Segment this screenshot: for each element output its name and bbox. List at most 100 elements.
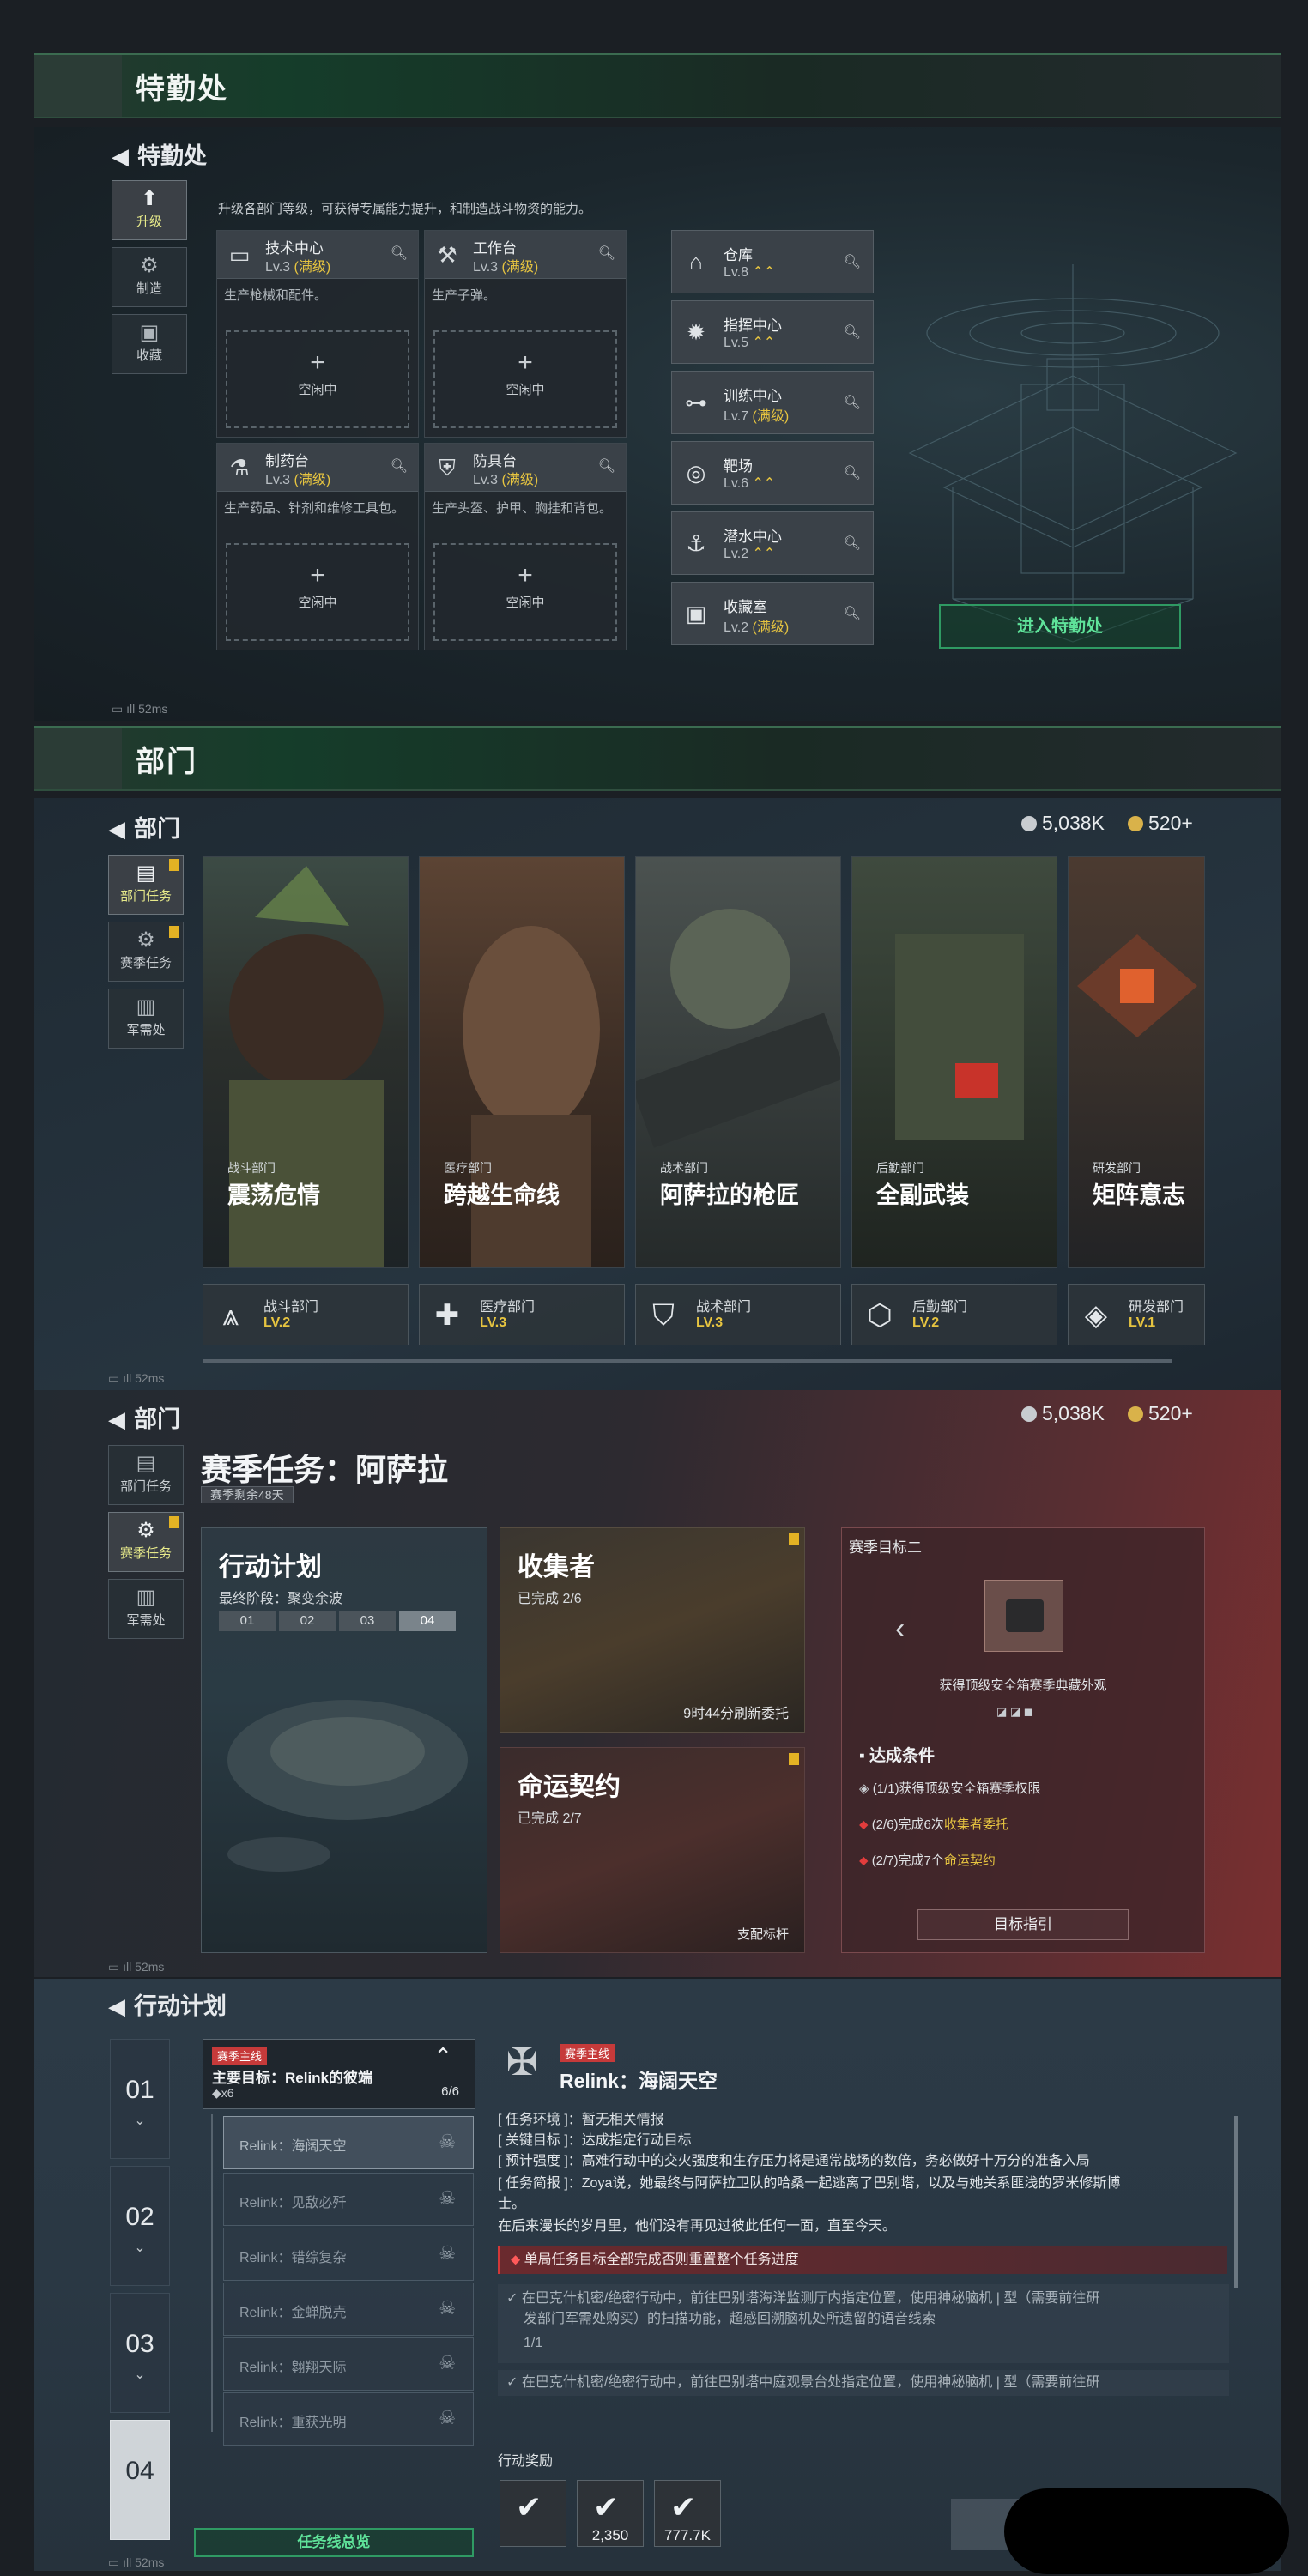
- tab-collection[interactable]: ▣ 收藏: [112, 314, 187, 374]
- back-button[interactable]: ◀ 行动计划: [108, 1987, 227, 2021]
- island-illustration: [227, 1700, 468, 1872]
- check-icon: ✓: [506, 2291, 518, 2306]
- reward-item[interactable]: [984, 1580, 1063, 1652]
- search-icon[interactable]: 🔍︎: [844, 605, 861, 622]
- card-armor-bench[interactable]: ⛨ 防具台 Lv.3 (满级) 🔍︎ 生产头盔、护甲、胸挂和背包。 + 空闲中: [424, 443, 627, 650]
- check-icon: ✓: [506, 2375, 518, 2390]
- back-label: 特勤处: [137, 143, 207, 169]
- dept-footer-combat[interactable]: ⩓ 战斗部门 LV.2: [203, 1284, 409, 1345]
- craft-slot[interactable]: + 空闲中: [226, 543, 409, 641]
- stage-step: 01: [219, 1611, 276, 1631]
- facility-command-center[interactable]: ✹ 指挥中心 Lv.5 ⌃⌃ 🔍︎: [671, 300, 874, 364]
- sub-task[interactable]: Relink：见敌必歼 ☠: [223, 2173, 474, 2226]
- search-icon[interactable]: 🔍︎: [844, 253, 861, 270]
- main-goal-header[interactable]: 赛季主线 主要目标：Relink的彼端 ◆x6 ⌃ 6/6: [203, 2039, 475, 2109]
- tab-supply[interactable]: ▥ 军需处: [108, 989, 184, 1049]
- stage-tab-01[interactable]: 01 ⌄: [110, 2039, 170, 2159]
- task-overview-button[interactable]: 任务线总览: [194, 2528, 474, 2557]
- craft-slot[interactable]: + 空闲中: [433, 330, 617, 428]
- search-icon[interactable]: 🔍︎: [598, 457, 615, 475]
- collection-room-icon: ▣: [685, 601, 707, 626]
- stage-tab-02[interactable]: 02 ⌄: [110, 2166, 170, 2286]
- card-workbench[interactable]: ⚒ 工作台 Lv.3 (满级) 🔍︎ 生产子弹。 + 空闲中: [424, 230, 627, 438]
- tab-craft[interactable]: ⚙ 制造: [112, 247, 187, 307]
- tab-dept-tasks[interactable]: ▤ 部门任务: [108, 1445, 184, 1505]
- dept-footer-research[interactable]: ◈ 研发部门 LV.1: [1068, 1284, 1205, 1345]
- stage-step: 02: [279, 1611, 336, 1631]
- dept-card-medical[interactable]: 医疗部门 跨越生命线: [419, 856, 625, 1268]
- stage-tab-04[interactable]: 04: [110, 2420, 170, 2540]
- plan-card[interactable]: 行动计划 最终阶段：聚变余波 01 02 03 04: [201, 1527, 487, 1953]
- fate-card[interactable]: 命运契约 已完成 2/7 支配标杆: [500, 1747, 805, 1953]
- season-goal-panel: 赛季目标二 ‹ 获得顶级安全箱赛季典藏外观 ◪ ◪ ◼ ▪ 达成条件 ◈ (1/…: [841, 1527, 1205, 1953]
- sub-task[interactable]: Relink：重获光明 ☠: [223, 2392, 474, 2446]
- dept-card-research[interactable]: 研发部门 矩阵意志: [1068, 856, 1205, 1268]
- banner-title: 部门: [136, 746, 197, 778]
- check-icon: ✔: [516, 2489, 542, 2525]
- computer-icon: ▭: [228, 242, 251, 268]
- tab-dept-tasks[interactable]: ▤ 部门任务: [108, 855, 184, 915]
- dept-card-logistics[interactable]: 后勤部门 全副武装: [851, 856, 1057, 1268]
- back-button[interactable]: ◀ 部门: [108, 810, 180, 844]
- prev-arrow-icon[interactable]: ‹: [895, 1612, 905, 1646]
- collector-card[interactable]: 收集者 已完成 2/6 9时44分刷新委托: [500, 1527, 805, 1733]
- season-panel: ◀ 部门 5,038K 520+ ▤ 部门任务 ⚙ 赛季任务 ▥ 军需处 赛季任务：阿萨…: [34, 1390, 1281, 1977]
- search-icon[interactable]: 🔍︎: [844, 535, 861, 552]
- objective-2: ✓ 在巴克什机密/绝密行动中，前往巴别塔中庭观景台处指定位置，使用神秘脑机 | …: [498, 2370, 1229, 2396]
- card-tech-center[interactable]: ▭ 技术中心 Lv.3 (满级) 🔍︎ 生产枪械和配件。 + 空闲中: [216, 230, 419, 438]
- dept-footer-logistics[interactable]: ⬡ 后勤部门 LV.2: [851, 1284, 1057, 1345]
- eagle-emblem-icon: ✠: [506, 2041, 538, 2083]
- sub-task-selected[interactable]: Relink：海阔天空 ☠: [223, 2116, 474, 2169]
- chevron-down-icon: ⌄: [134, 2113, 146, 2128]
- tab-season-tasks[interactable]: ⚙ 赛季任务: [108, 922, 184, 982]
- research-icon: ◈: [1084, 1299, 1108, 1332]
- target-icon: ◎: [686, 460, 706, 486]
- search-icon[interactable]: 🔍︎: [844, 464, 861, 481]
- diving-icon: ⚓: [686, 530, 706, 556]
- reward-slot[interactable]: ✔: [500, 2480, 566, 2547]
- goal-guide-button[interactable]: 目标指引: [917, 1909, 1129, 1940]
- facility-collection-room[interactable]: ▣ 收藏室 Lv.2 (满级) 🔍︎: [671, 582, 874, 645]
- condition-row: ⬥ (2/7)完成7个命运契约: [859, 1853, 996, 1868]
- craft-slot[interactable]: + 空闲中: [433, 543, 617, 641]
- detail-scrollbar[interactable]: [1234, 2116, 1238, 2288]
- skull-badge-icon: ☠: [439, 2131, 456, 2152]
- combat-dept-icon: ⩓: [222, 1299, 239, 1332]
- check-diamond-icon: ◈: [859, 1781, 869, 1796]
- skull-badge-icon: ☠: [439, 2242, 456, 2264]
- search-icon[interactable]: 🔍︎: [391, 457, 408, 475]
- stage-tab-03[interactable]: 03 ⌄: [110, 2293, 170, 2413]
- skull-badge-icon: ☠: [439, 2407, 456, 2428]
- sub-task[interactable]: Relink：错综复杂 ☠: [223, 2228, 474, 2281]
- tab-supply[interactable]: ▥ 军需处: [108, 1579, 184, 1639]
- reward-slot[interactable]: ✔ 777.7K: [654, 2480, 721, 2547]
- tab-upgrade[interactable]: ⬆ 升级: [112, 180, 187, 240]
- reward-slot[interactable]: ✔ 2,350: [577, 2480, 644, 2547]
- facility-warehouse[interactable]: ⌂ 仓库 Lv.8 ⌃⌃ 🔍︎: [671, 230, 874, 293]
- back-button[interactable]: ◀ 部门: [108, 1400, 180, 1434]
- dept-footer-medical[interactable]: ✚ 医疗部门 LV.3: [419, 1284, 625, 1345]
- back-button[interactable]: ◀ 特勤处: [112, 137, 207, 171]
- stage-step-current: 04: [399, 1611, 456, 1631]
- search-icon[interactable]: 🔍︎: [844, 394, 861, 411]
- ticket-icon: [1128, 816, 1143, 831]
- card-pharmacy[interactable]: ⚗ 制药台 Lv.3 (满级) 🔍︎ 生产药品、针剂和维修工具包。 + 空闲中: [216, 443, 419, 650]
- dept-card-combat[interactable]: 战斗部门 震荡危情: [203, 856, 409, 1268]
- sub-task[interactable]: Relink：金蝉脱壳 ☠: [223, 2283, 474, 2336]
- facility-training-center[interactable]: ⊶ 训练中心 Lv.7 (满级) 🔍︎: [671, 371, 874, 434]
- carousel-scrollbar[interactable]: [203, 1359, 1172, 1363]
- search-icon[interactable]: 🔍︎: [598, 245, 615, 262]
- search-icon[interactable]: 🔍︎: [391, 245, 408, 262]
- coin-icon: [1021, 1406, 1037, 1422]
- tab-season-tasks[interactable]: ⚙ 赛季任务: [108, 1512, 184, 1572]
- facility-shooting-range[interactable]: ◎ 靶场 Lv.6 ⌃⌃ 🔍︎: [671, 441, 874, 505]
- craft-slot[interactable]: + 空闲中: [226, 330, 409, 428]
- upgrade-icon: ⬆: [140, 187, 159, 210]
- enter-special-ops-button[interactable]: 进入特勤处: [939, 604, 1181, 649]
- sub-task[interactable]: Relink：翱翔天际 ☠: [223, 2337, 474, 2391]
- dept-footer-tactical[interactable]: ⛉ 战术部门 LV.3: [635, 1284, 841, 1345]
- facility-dive-center[interactable]: ⚓ 潜水中心 Lv.2 ⌃⌃ 🔍︎: [671, 511, 874, 575]
- stage-step: 03: [339, 1611, 396, 1631]
- dept-card-tactical[interactable]: 战术部门 阿萨拉的枪匠: [635, 856, 841, 1268]
- search-icon[interactable]: 🔍︎: [844, 324, 861, 341]
